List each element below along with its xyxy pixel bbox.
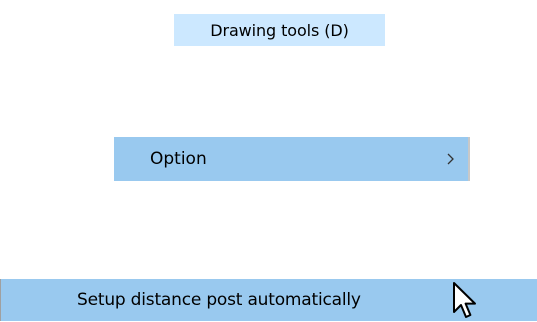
menu-item-option[interactable]: Option: [114, 137, 470, 181]
menu-item-option-label: Option: [150, 149, 207, 169]
chevron-right-icon: [447, 153, 454, 165]
menu-item-setup-distance-post-label: Setup distance post automatically: [77, 290, 361, 310]
drawing-tools-menu-header[interactable]: Drawing tools (D): [174, 14, 385, 46]
mouse-pointer-icon: [453, 282, 476, 318]
